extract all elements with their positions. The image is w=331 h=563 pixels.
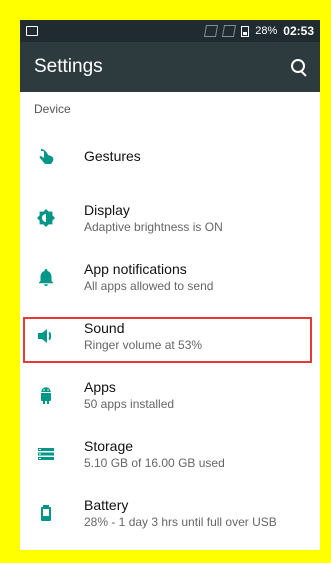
image-notification-icon: [26, 26, 38, 36]
storage-icon: [36, 444, 56, 464]
item-title: App notifications: [84, 260, 187, 277]
settings-item-display[interactable]: Display Adaptive brightness is ON: [20, 188, 320, 247]
volume-icon: [36, 326, 56, 346]
battery-percent: 28%: [255, 25, 278, 37]
battery-charging-icon: [36, 503, 56, 523]
item-subtitle: Ringer volume at 53%: [84, 337, 203, 352]
page-title: Settings: [34, 56, 103, 77]
no-sim-icon: [204, 25, 219, 37]
app-bar: Settings: [20, 42, 320, 92]
item-subtitle: 50 apps installed: [84, 396, 175, 411]
item-title: Gestures: [84, 148, 141, 164]
brightness-icon: [36, 208, 56, 228]
status-time: 02:53: [283, 24, 314, 38]
item-title: Sound: [84, 319, 125, 336]
item-subtitle: 28% - 1 day 3 hrs until full over USB: [84, 514, 277, 529]
settings-item-sound[interactable]: Sound Ringer volume at 53%: [20, 306, 320, 365]
settings-item-apps[interactable]: Apps 50 apps installed: [20, 365, 320, 424]
item-subtitle: All apps allowed to send: [84, 278, 214, 293]
settings-item-gestures[interactable]: Gestures: [20, 124, 320, 188]
item-title: Battery: [84, 496, 129, 513]
phone-screen: 28% 02:53 Settings Device Gestures Displ…: [20, 20, 320, 550]
item-subtitle: 5.10 GB of 16.00 GB used: [84, 455, 225, 470]
item-title: Apps: [84, 378, 116, 395]
item-subtitle: Adaptive brightness is ON: [84, 219, 223, 234]
bell-icon: [36, 267, 56, 287]
battery-icon: [241, 25, 250, 37]
item-title: Display: [84, 201, 130, 218]
no-sim-icon: [222, 25, 237, 37]
settings-item-app-notifications[interactable]: App notifications All apps allowed to se…: [20, 247, 320, 306]
item-title: Storage: [84, 437, 134, 454]
android-icon: [36, 385, 56, 405]
status-bar: 28% 02:53: [20, 20, 320, 42]
settings-item-storage[interactable]: Storage 5.10 GB of 16.00 GB used: [20, 424, 320, 483]
search-icon[interactable]: [290, 58, 308, 76]
gestures-icon: [36, 146, 56, 166]
section-header-device: Device: [34, 102, 71, 116]
settings-item-battery[interactable]: Battery 28% - 1 day 3 hrs until full ove…: [20, 483, 320, 542]
settings-list: Gestures Display Adaptive brightness is …: [20, 124, 320, 542]
